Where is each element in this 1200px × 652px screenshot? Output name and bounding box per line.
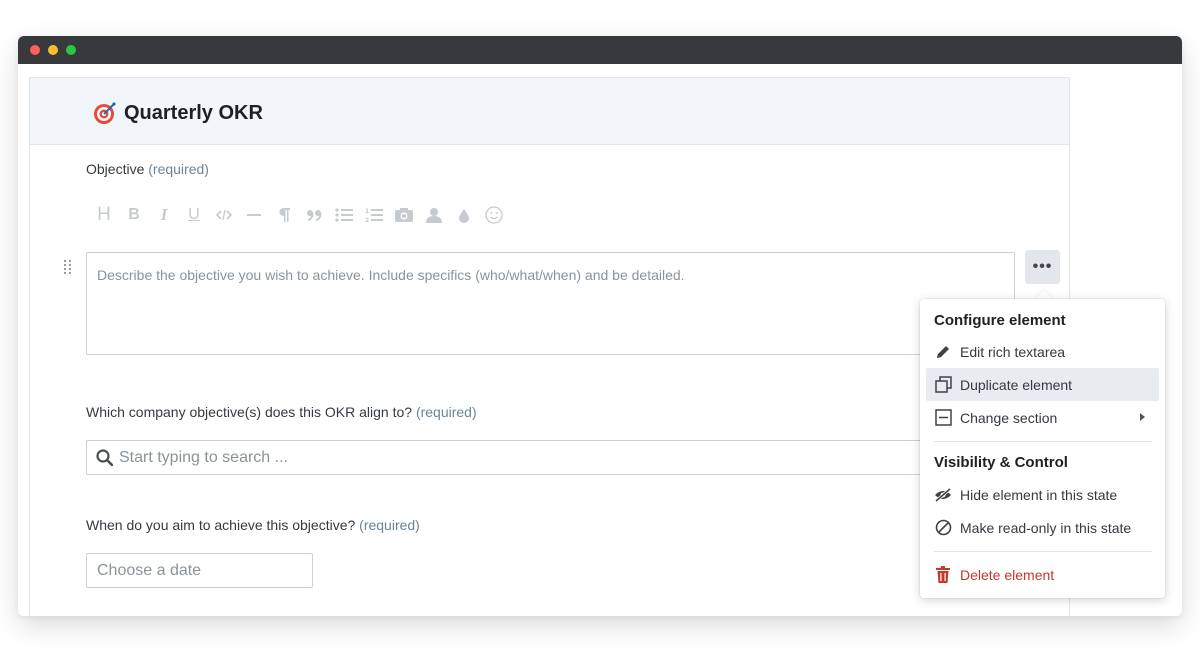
objective-placeholder: Describe the objective you wish to achie… bbox=[97, 267, 685, 283]
visibility-heading: Visibility & Control bbox=[934, 454, 1068, 471]
change-section-label: Change section bbox=[960, 409, 1058, 426]
ban-icon bbox=[934, 519, 952, 537]
date-input[interactable] bbox=[97, 561, 297, 580]
date-label-text: When do you aim to achieve this objectiv… bbox=[86, 517, 356, 533]
required-tag: (required) bbox=[148, 161, 209, 177]
required-tag: (required) bbox=[359, 517, 420, 533]
section-icon bbox=[934, 409, 952, 427]
configure-heading: Configure element bbox=[934, 312, 1066, 329]
alignment-search-field[interactable] bbox=[86, 440, 926, 475]
bullet-list-icon[interactable] bbox=[334, 204, 354, 226]
code-icon[interactable] bbox=[214, 204, 234, 226]
alignment-label-text: Which company objective(s) does this OKR… bbox=[86, 404, 413, 420]
svg-text:2: 2 bbox=[365, 217, 369, 223]
menu-caret bbox=[1035, 290, 1053, 299]
duplicate-element-item[interactable]: Duplicate element bbox=[926, 368, 1159, 401]
bold-icon[interactable]: B bbox=[124, 204, 144, 226]
quote-icon[interactable] bbox=[304, 204, 324, 226]
configure-element-menu: Configure element Edit rich textarea Dup… bbox=[920, 299, 1165, 598]
date-label: When do you aim to achieve this objectiv… bbox=[86, 517, 420, 533]
search-icon bbox=[96, 449, 113, 466]
heading-icon[interactable]: H bbox=[94, 204, 114, 226]
change-section-item[interactable]: Change section bbox=[926, 401, 1159, 434]
target-icon bbox=[94, 102, 116, 124]
required-tag: (required) bbox=[415, 404, 477, 420]
edit-rich-textarea-item[interactable]: Edit rich textarea bbox=[926, 335, 1159, 368]
minimize-window-button[interactable] bbox=[48, 45, 58, 55]
maximize-window-button[interactable] bbox=[66, 45, 76, 55]
italic-icon[interactable]: I bbox=[154, 204, 174, 226]
menu-divider bbox=[934, 441, 1152, 442]
color-drop-icon[interactable] bbox=[454, 204, 474, 226]
duplicate-label: Duplicate element bbox=[960, 376, 1073, 393]
date-field[interactable] bbox=[86, 553, 313, 588]
user-mention-icon[interactable] bbox=[424, 204, 444, 226]
delete-label: Delete element bbox=[960, 566, 1055, 583]
horizontal-rule-icon[interactable] bbox=[244, 204, 264, 226]
objective-label: Objective (required) bbox=[86, 161, 209, 177]
hide-label: Hide element in this state bbox=[960, 486, 1118, 503]
edit-label: Edit rich textarea bbox=[960, 343, 1066, 360]
image-icon[interactable] bbox=[394, 204, 414, 226]
hide-element-item[interactable]: Hide element in this state bbox=[926, 478, 1159, 511]
pencil-icon bbox=[934, 343, 952, 361]
objective-label-text: Objective bbox=[86, 161, 145, 177]
form-card: Quarterly OKR Objective (required) H B I… bbox=[29, 77, 1070, 616]
delete-element-item[interactable]: Delete element bbox=[926, 558, 1159, 591]
underline-icon[interactable]: U bbox=[184, 204, 204, 226]
numbered-list-icon[interactable]: 12 bbox=[364, 204, 384, 226]
alignment-search-input[interactable] bbox=[119, 448, 879, 467]
window-titlebar bbox=[18, 36, 1182, 64]
submenu-arrow-icon bbox=[1140, 413, 1145, 421]
svg-text:1: 1 bbox=[365, 208, 369, 215]
trash-icon bbox=[934, 566, 952, 584]
menu-divider bbox=[934, 551, 1152, 552]
drag-handle-icon[interactable] bbox=[63, 259, 73, 275]
eye-slash-icon bbox=[934, 486, 952, 504]
emoji-icon[interactable] bbox=[484, 204, 504, 226]
form-title: Quarterly OKR bbox=[124, 102, 263, 124]
make-read-only-item[interactable]: Make read-only in this state bbox=[926, 511, 1159, 544]
readonly-label: Make read-only in this state bbox=[960, 519, 1132, 536]
close-window-button[interactable] bbox=[30, 45, 40, 55]
objective-textarea[interactable]: Describe the objective you wish to achie… bbox=[86, 252, 1015, 355]
rich-text-toolbar: H B I U 12 bbox=[94, 204, 514, 226]
alignment-label: Which company objective(s) does this OKR… bbox=[86, 404, 477, 420]
paragraph-icon[interactable] bbox=[274, 204, 294, 226]
form-header: Quarterly OKR bbox=[30, 78, 1069, 145]
element-options-button[interactable]: ••• bbox=[1025, 250, 1060, 284]
duplicate-icon bbox=[934, 376, 952, 394]
